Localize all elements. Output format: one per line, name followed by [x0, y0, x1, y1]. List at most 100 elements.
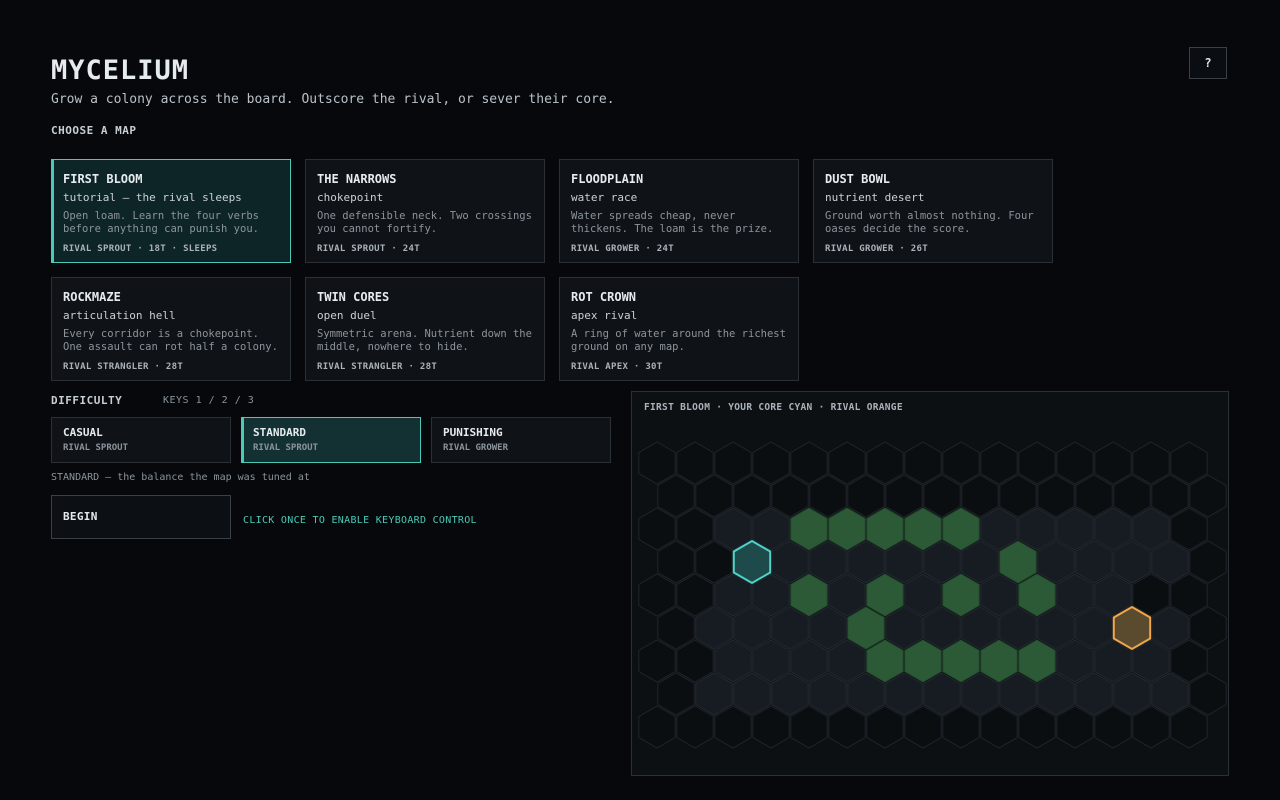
- hex-cell-loam: [847, 540, 885, 584]
- hex-cell-empty: [847, 474, 885, 518]
- hex-cell-empty: [923, 474, 961, 518]
- hex-cell-loam: [923, 540, 961, 584]
- map-tag: water race: [571, 191, 638, 204]
- difficulty-option-punishing[interactable]: PUNISHING RIVAL GROWER: [431, 417, 611, 463]
- map-meta: RIVAL SPROUT · 24T: [317, 244, 420, 254]
- hex-cell-empty: [638, 441, 676, 485]
- hex-cell-empty: [790, 705, 828, 749]
- map-tag: apex rival: [571, 309, 638, 322]
- difficulty-name: STANDARD: [253, 426, 306, 439]
- hex-cell-empty: [866, 441, 904, 485]
- map-tag: tutorial — the rival sleeps: [63, 191, 242, 204]
- hex-cell-empty: [1037, 474, 1075, 518]
- difficulty-option-casual[interactable]: CASUAL RIVAL SPROUT: [51, 417, 231, 463]
- hex-cell-rival-core: [1112, 605, 1152, 651]
- hex-cell-empty: [638, 639, 676, 683]
- hex-cell-loam: [828, 573, 866, 617]
- hex-cell-loam: [847, 672, 885, 716]
- map-description: A ring of water around the richest groun…: [571, 328, 786, 353]
- map-description: Symmetric arena. Nutrient down the middl…: [317, 328, 532, 353]
- difficulty-description: STANDARD — the balance the map was tuned…: [51, 472, 310, 483]
- difficulty-rival: RIVAL GROWER: [443, 443, 509, 453]
- map-meta: RIVAL SPROUT · 18T · SLEEPS: [63, 244, 218, 254]
- map-card-rockmaze[interactable]: ROCKMAZE articulation hell Every corridor …: [51, 277, 291, 381]
- hex-cell-nutrient: [999, 540, 1037, 584]
- map-meta: RIVAL STRANGLER · 28T: [63, 362, 184, 372]
- hex-cell-empty: [1189, 672, 1227, 716]
- hex-cell-loam: [1075, 606, 1113, 650]
- map-name: THE NARROWS: [317, 172, 397, 186]
- map-meta: RIVAL GROWER · 24T: [571, 244, 674, 254]
- hex-cell-nutrient: [904, 507, 942, 551]
- hex-cell-nutrient: [790, 507, 828, 551]
- hex-cell-nutrient: [1018, 639, 1056, 683]
- hex-cell-empty: [676, 441, 714, 485]
- help-button[interactable]: ?: [1189, 47, 1227, 79]
- map-card-first-bloom[interactable]: FIRST BLOOM tutorial — the rival sleeps Op…: [51, 159, 291, 263]
- hex-cell-empty: [695, 540, 733, 584]
- map-card-floodplain[interactable]: FLOODPLAIN water race Water spreads cheap,…: [559, 159, 799, 263]
- hex-cell-loam: [752, 639, 790, 683]
- hex-cell-empty: [790, 441, 828, 485]
- hex-cell-loam: [1113, 540, 1151, 584]
- map-tag: nutrient desert: [825, 191, 925, 204]
- map-name: ROT CROWN: [571, 290, 637, 304]
- hex-cell-loam: [885, 606, 923, 650]
- hex-cell-empty: [676, 573, 714, 617]
- map-card-dust-bowl[interactable]: DUST BOWL nutrient desert Ground worth alm…: [813, 159, 1053, 263]
- hex-cell-loam: [885, 672, 923, 716]
- hex-cell-loam: [733, 606, 771, 650]
- hex-cell-empty: [904, 705, 942, 749]
- hex-cell-loam: [1018, 507, 1056, 551]
- hex-cell-loam: [961, 606, 999, 650]
- hex-cell-empty: [1189, 474, 1227, 518]
- hex-cell-empty: [1189, 606, 1227, 650]
- hex-cell-empty: [676, 507, 714, 551]
- hex-cell-loam: [733, 672, 771, 716]
- hex-cell-loam: [1151, 672, 1189, 716]
- map-card-rot-crown[interactable]: ROT CROWN apex rival A ring of water aroun…: [559, 277, 799, 381]
- hex-cell-empty: [904, 441, 942, 485]
- hex-cell-loam: [1056, 639, 1094, 683]
- hex-cell-loam: [923, 606, 961, 650]
- map-name: FIRST BLOOM: [63, 172, 143, 186]
- map-name: TWIN CORES: [317, 290, 390, 304]
- hex-cell-loam: [1037, 606, 1075, 650]
- map-description: One defensible neck. Two crossings you c…: [317, 210, 532, 235]
- hex-cell-nutrient: [980, 639, 1018, 683]
- begin-button[interactable]: BEGIN: [51, 495, 231, 539]
- map-tag: chokepoint: [317, 191, 384, 204]
- hex-cell-loam: [961, 672, 999, 716]
- difficulty-keys-hint: KEYS 1 / 2 / 3: [163, 395, 255, 406]
- map-card-the-narrows[interactable]: THE NARROWS chokepoint One defensible neck…: [305, 159, 545, 263]
- hex-cell-empty: [1018, 705, 1056, 749]
- keyboard-hint[interactable]: CLICK ONCE TO ENABLE KEYBOARD CONTROL: [243, 515, 477, 526]
- hex-cell-loam: [828, 639, 866, 683]
- difficulty-name: CASUAL: [63, 426, 103, 439]
- hex-cell-empty: [714, 441, 752, 485]
- hex-cell-empty: [1170, 507, 1208, 551]
- map-card-twin-cores[interactable]: TWIN CORES open duel Symmetric arena. Nutr…: [305, 277, 545, 381]
- hex-cell-empty: [638, 705, 676, 749]
- hex-cell-empty: [1170, 573, 1208, 617]
- hex-cell-loam: [695, 672, 733, 716]
- hex-cell-empty: [942, 441, 980, 485]
- hex-cell-empty: [942, 705, 980, 749]
- hex-cell-empty: [1113, 474, 1151, 518]
- hex-cell-loam: [980, 573, 1018, 617]
- hex-cell-nutrient: [942, 507, 980, 551]
- hex-cell-empty: [999, 474, 1037, 518]
- hex-cell-nutrient: [866, 639, 904, 683]
- hex-cell-loam: [999, 672, 1037, 716]
- hex-cell-empty: [1018, 441, 1056, 485]
- hex-cell-loam: [809, 606, 847, 650]
- hex-cell-nutrient: [866, 507, 904, 551]
- hex-cell-empty: [1151, 474, 1189, 518]
- hex-cell-loam: [809, 540, 847, 584]
- difficulty-option-standard[interactable]: STANDARD RIVAL SPROUT: [241, 417, 421, 463]
- hex-cell-empty: [1056, 441, 1094, 485]
- difficulty-name: PUNISHING: [443, 426, 503, 439]
- hex-cell-empty: [1094, 441, 1132, 485]
- hex-cell-empty: [866, 705, 904, 749]
- map-name: ROCKMAZE: [63, 290, 121, 304]
